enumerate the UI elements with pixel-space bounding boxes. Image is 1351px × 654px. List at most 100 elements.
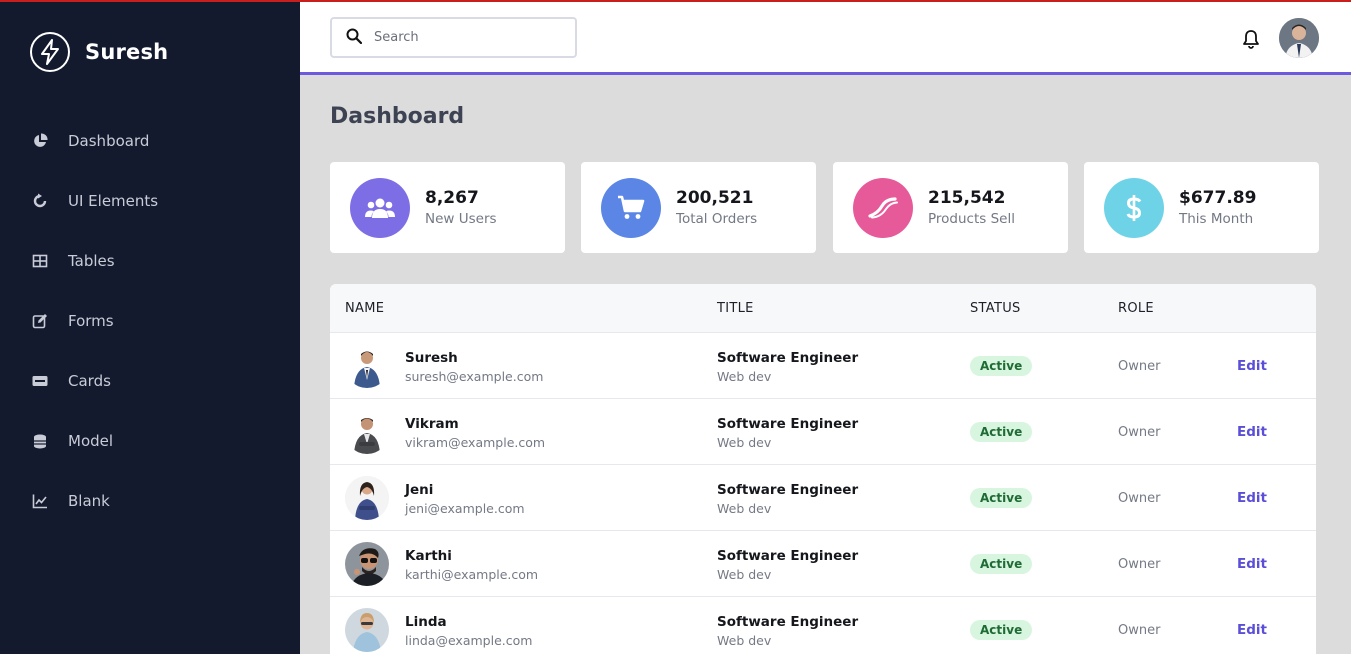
- stat-card-total-orders: 200,521 Total Orders: [581, 162, 816, 253]
- search-input[interactable]: [374, 30, 554, 45]
- lightning-bolt-icon: [30, 32, 70, 72]
- stat-card-new-users: 8,267 New Users: [330, 162, 565, 253]
- row-subtitle: Web dev: [717, 501, 772, 516]
- edit-link[interactable]: Edit: [1237, 358, 1267, 374]
- brand-name: Suresh: [85, 40, 169, 64]
- search-icon: [346, 28, 363, 48]
- users-icon: [350, 177, 410, 238]
- table-row: Jeni jeni@example.com Software Engineer …: [330, 465, 1316, 531]
- row-role: Owner: [1118, 557, 1161, 572]
- sidebar-item-label: Blank: [68, 492, 110, 510]
- edit-link[interactable]: Edit: [1237, 622, 1267, 638]
- brand[interactable]: Suresh: [30, 32, 168, 72]
- sidebar-item-label: Forms: [68, 312, 114, 330]
- stat-value: 215,542: [928, 188, 1006, 208]
- row-email: jeni@example.com: [405, 501, 525, 516]
- table-row: Vikram vikram@example.com Software Engin…: [330, 399, 1316, 465]
- sidebar-nav: Dashboard UI Elements Tables Forms Cards: [0, 111, 300, 531]
- products-icon: [853, 177, 913, 238]
- avatar: [345, 410, 389, 454]
- sidebar-item-tables[interactable]: Tables: [0, 231, 300, 291]
- sidebar-item-blank[interactable]: Blank: [0, 471, 300, 531]
- row-name: Vikram: [405, 416, 459, 432]
- top-header: [300, 2, 1351, 75]
- cart-icon: [601, 177, 661, 238]
- row-title: Software Engineer: [717, 482, 859, 498]
- sidebar-item-label: Tables: [68, 252, 115, 270]
- row-subtitle: Web dev: [717, 435, 772, 450]
- row-name: Suresh: [405, 350, 458, 366]
- row-role: Owner: [1118, 491, 1161, 506]
- edit-form-icon: [32, 313, 48, 329]
- avatar: [345, 476, 389, 520]
- database-icon: [32, 433, 48, 449]
- column-header-role: ROLE: [1118, 301, 1154, 316]
- table-row: Suresh suresh@example.com Software Engin…: [330, 333, 1316, 399]
- row-name: Karthi: [405, 548, 452, 564]
- dollar-icon: [1104, 177, 1164, 238]
- bell-icon[interactable]: [1240, 28, 1262, 50]
- sidebar-item-label: Dashboard: [68, 132, 150, 150]
- grid-table-icon: [32, 253, 48, 269]
- search-box[interactable]: [330, 17, 577, 58]
- sidebar-item-label: UI Elements: [68, 192, 159, 210]
- status-badge: Active: [970, 356, 1033, 376]
- column-header-title: TITLE: [717, 301, 754, 316]
- sidebar-item-forms[interactable]: Forms: [0, 291, 300, 351]
- row-name: Jeni: [405, 482, 434, 498]
- row-role: Owner: [1118, 425, 1161, 440]
- row-role: Owner: [1118, 359, 1161, 374]
- stat-label: New Users: [425, 211, 497, 227]
- page-title: Dashboard: [330, 104, 465, 129]
- credit-card-icon: [32, 373, 48, 389]
- sidebar-item-label: Cards: [68, 372, 111, 390]
- users-table: NAME TITLE STATUS ROLE Suresh suresh@exa…: [330, 284, 1316, 654]
- row-subtitle: Web dev: [717, 633, 772, 648]
- row-subtitle: Web dev: [717, 369, 772, 384]
- row-title: Software Engineer: [717, 614, 859, 630]
- stat-value: 8,267: [425, 188, 479, 208]
- table-row: Karthi karthi@example.com Software Engin…: [330, 531, 1316, 597]
- edit-link[interactable]: Edit: [1237, 424, 1267, 440]
- line-chart-icon: [32, 493, 48, 509]
- avatar: [345, 608, 389, 652]
- pie-chart-icon: [32, 133, 48, 149]
- row-title: Software Engineer: [717, 548, 859, 564]
- top-accent-line: [0, 0, 1351, 2]
- sidebar-item-model[interactable]: Model: [0, 411, 300, 471]
- row-email: karthi@example.com: [405, 567, 539, 582]
- stat-card-this-month: $677.89 This Month: [1084, 162, 1319, 253]
- stat-label: Products Sell: [928, 211, 1015, 227]
- sidebar-item-label: Model: [68, 432, 114, 450]
- row-name: Linda: [405, 614, 447, 630]
- row-role: Owner: [1118, 623, 1161, 638]
- status-badge: Active: [970, 554, 1033, 574]
- row-email: vikram@example.com: [405, 435, 546, 450]
- edit-link[interactable]: Edit: [1237, 490, 1267, 506]
- sidebar: Suresh Dashboard UI Elements Tables Form…: [0, 0, 300, 654]
- column-header-name: NAME: [345, 301, 385, 316]
- edit-link[interactable]: Edit: [1237, 556, 1267, 572]
- row-title: Software Engineer: [717, 416, 859, 432]
- stat-card-products-sell: 215,542 Products Sell: [833, 162, 1068, 253]
- table-row: Linda linda@example.com Software Enginee…: [330, 597, 1316, 654]
- avatar: [345, 542, 389, 586]
- table-header: NAME TITLE STATUS ROLE: [330, 284, 1316, 333]
- row-subtitle: Web dev: [717, 567, 772, 582]
- column-header-status: STATUS: [970, 301, 1021, 316]
- row-title: Software Engineer: [717, 350, 859, 366]
- status-badge: Active: [970, 620, 1033, 640]
- status-badge: Active: [970, 488, 1033, 508]
- avatar: [345, 344, 389, 388]
- status-badge: Active: [970, 422, 1033, 442]
- sidebar-item-dashboard[interactable]: Dashboard: [0, 111, 300, 171]
- row-email: suresh@example.com: [405, 369, 544, 384]
- circle-arrow-icon: [32, 193, 48, 209]
- sidebar-item-ui-elements[interactable]: UI Elements: [0, 171, 300, 231]
- stat-value: 200,521: [676, 188, 754, 208]
- row-email: linda@example.com: [405, 633, 533, 648]
- stat-label: This Month: [1179, 211, 1254, 227]
- sidebar-item-cards[interactable]: Cards: [0, 351, 300, 411]
- stat-label: Total Orders: [676, 211, 758, 227]
- user-avatar[interactable]: [1279, 18, 1319, 58]
